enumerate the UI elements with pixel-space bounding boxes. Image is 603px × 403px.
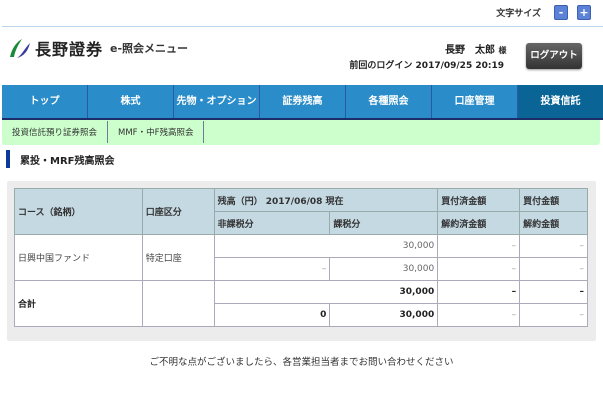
sum-row: 合計 30,000– – (14, 280, 588, 327)
sum-account (141, 280, 215, 327)
cancel: – (519, 257, 588, 281)
header-account: 口座区分 (141, 188, 215, 235)
sum-nontax: 0 (213, 303, 331, 327)
table-row: 日興中国ファンド 特定口座 30,000– – (14, 234, 588, 281)
account-type: 特定口座 (141, 234, 215, 281)
logout-button[interactable]: ログアウト (526, 43, 582, 69)
nav-futures-options[interactable]: 先物・オプション (174, 85, 260, 118)
balance-table: コース（銘柄） 口座区分 残高（円） 2017/06/08 現在 買付済金額 買付金額 … (14, 188, 588, 327)
subnav-mmf-balance[interactable]: MMF・中F残高照会 (108, 121, 205, 143)
header-nontax: 非課税分 (213, 211, 331, 235)
footer-note: ご不明な点がございましたら、各営業担当者までお問い合わせください (149, 357, 454, 368)
font-size-increase-button[interactable]: + (577, 5, 591, 20)
subnav-trust-deposit[interactable]: 投資信託預り証券照会 (2, 121, 109, 143)
tax: 30,000 (329, 257, 439, 281)
divider (2, 26, 603, 27)
page-title: 累投・MRF残高照会 (20, 156, 115, 167)
font-size-decrease-button[interactable]: - (554, 5, 568, 20)
logo[interactable]: 長野證券 e-照会メニュー (8, 36, 188, 60)
honorific: 様 (498, 46, 507, 55)
header-buy-settled: 買付済金額 (437, 188, 521, 212)
nav-securities-balance[interactable]: 証券残高 (260, 85, 346, 118)
nav-top[interactable]: トップ (2, 85, 88, 118)
nontax: – (213, 257, 331, 281)
header-tax: 課税分 (329, 211, 439, 235)
main-nav: トップ 株式 先物・オプション 証券残高 各種照会 口座管理 投資信託 (2, 85, 603, 120)
title-accent (6, 150, 10, 168)
logo-mark-icon (10, 39, 30, 58)
sum-buy-settled: – (437, 280, 521, 304)
header-course: コース（銘柄） (14, 188, 143, 235)
sum-cancel: – (519, 303, 588, 327)
font-size-label: 文字サイズ (496, 9, 541, 19)
nav-account-management[interactable]: 口座管理 (432, 85, 518, 118)
balance-total: 30,000 (213, 234, 439, 258)
brand-name: 長野證券 (35, 40, 104, 59)
user-name-text: 長野 太郎 (445, 45, 495, 56)
nav-investment-trusts[interactable]: 投資信託 (518, 85, 603, 118)
sum-buy: – (519, 280, 588, 304)
cancel-settled: – (437, 257, 521, 281)
sum-tax: 30,000 (329, 303, 439, 327)
nav-inquiries[interactable]: 各種照会 (346, 85, 432, 118)
header-cancel-settled: 解約済金額 (437, 211, 521, 235)
menu-title: e-照会メニュー (110, 42, 189, 55)
header-balance: 残高（円） 2017/06/08 現在 (213, 188, 439, 212)
last-login: 前回のログイン 2017/09/25 20:19 (349, 61, 504, 71)
buy: – (519, 234, 588, 258)
sum-total: 30,000 (213, 280, 439, 304)
buy-settled: – (437, 234, 521, 258)
user-name: 長野 太郎 様 (445, 41, 506, 56)
sub-nav: 投資信託預り証券照会 MMF・中F残高照会 (2, 120, 600, 145)
header-buy: 買付金額 (519, 188, 588, 212)
sum-cancel-settled: – (437, 303, 521, 327)
sum-label: 合計 (14, 280, 143, 327)
header-cancel: 解約金額 (519, 211, 588, 235)
fund-name[interactable]: 日興中国ファンド (14, 234, 143, 281)
nav-stocks[interactable]: 株式 (88, 85, 174, 118)
